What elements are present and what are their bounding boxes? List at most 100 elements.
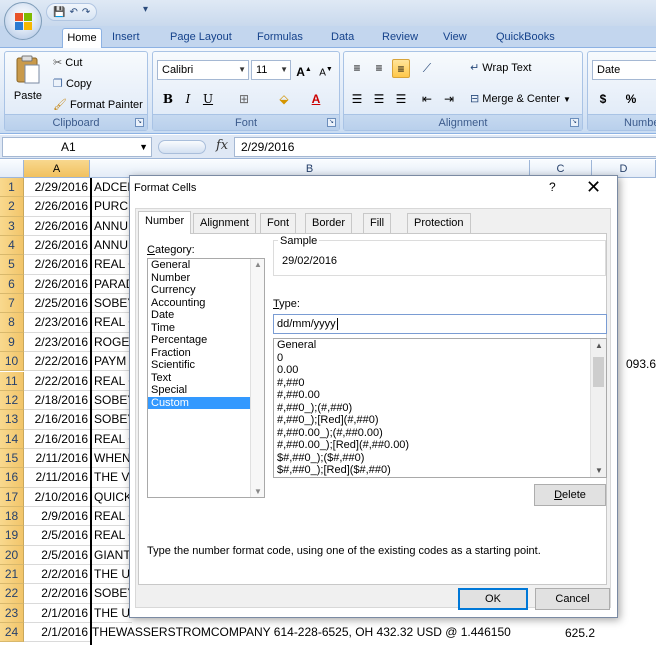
cell-b[interactable]: ADCEN [92,178,132,198]
cell-b[interactable]: THEWASSERSTROMCOMPANY 614-228-6525, OH 4… [92,623,511,642]
cell-a[interactable]: 2/22/2016 [24,352,90,372]
type-input[interactable]: dd/mm/yyyy [273,314,607,334]
cell-b[interactable]: GIANT [92,546,132,565]
format-code-item[interactable]: 0.00 [274,364,606,377]
tab-view[interactable]: View [439,28,471,48]
help-button[interactable]: ? [549,180,556,194]
tab-alignment[interactable]: Alignment [193,213,256,233]
cell-b[interactable]: PARAD [92,275,132,295]
category-item[interactable]: Time [148,322,264,335]
row-header[interactable]: 10 [0,352,24,372]
category-item[interactable]: Fraction [148,347,264,360]
row-header[interactable]: 20 [0,545,24,565]
merge-center-button[interactable]: ⊟ Merge & Center ▼ [470,92,571,105]
cut-button[interactable]: ✂ Cut [53,56,82,69]
cancel-button[interactable]: Cancel [535,588,610,610]
paste-button[interactable]: Paste [8,55,48,115]
office-button[interactable] [4,2,42,40]
align-center-icon[interactable]: ☰ [370,90,388,109]
cell-a[interactable]: 2/9/2016 [24,507,90,527]
category-item[interactable]: Currency [148,284,264,297]
cell-b[interactable]: ANNU [92,217,132,237]
ok-button[interactable]: OK [458,588,528,610]
scroll-down-icon[interactable]: ▼ [254,487,262,496]
cell-a[interactable]: 2/26/2016 [24,217,90,237]
tab-review[interactable]: Review [378,28,422,48]
row-header[interactable]: 12 [0,390,24,411]
tab-protection[interactable]: Protection [407,213,471,233]
tab-quickbooks[interactable]: QuickBooks [492,28,559,48]
font-color-icon[interactable]: A [307,90,325,109]
cell-b[interactable]: THE U [92,565,132,585]
row-header[interactable]: 6 [0,274,24,295]
delete-button[interactable]: Delete [534,484,606,506]
format-painter-button[interactable]: 🖌 Format Painter [53,98,143,111]
scroll-down-icon[interactable]: ▼ [595,466,603,475]
scroll-up-icon[interactable]: ▲ [254,260,262,269]
tab-home[interactable]: Home [62,28,102,48]
cell-a[interactable]: 2/5/2016 [24,546,90,565]
tab-formulas[interactable]: Formulas [253,28,307,48]
alignment-launcher-icon[interactable]: ↘ [570,118,579,127]
formula-input[interactable]: 2/29/2016 [234,137,656,157]
cell-a[interactable]: 2/18/2016 [24,391,90,411]
format-code-list[interactable]: General 0 0.00 #,##0 #,##0.00 #,##0_);(#,##0)… [273,338,607,478]
cell-b[interactable]: SOBEY [92,584,132,604]
font-name-select[interactable]: Calibri ▼ [157,60,249,80]
cell-b[interactable]: THE U [92,604,132,624]
cell-b[interactable]: REAL C [92,372,132,391]
tab-page-layout[interactable]: Page Layout [166,28,236,48]
format-code-item[interactable]: 0 [274,352,606,365]
row-header[interactable]: 19 [0,526,24,546]
row-header[interactable]: 15 [0,448,24,469]
format-code-item[interactable]: $#,##0_);[Red]($#,##0) [274,464,606,477]
name-box[interactable]: A1 ▼ [2,137,152,157]
underline-button[interactable]: U [199,90,217,109]
category-item[interactable]: Text [148,372,264,385]
fill-color-icon[interactable]: ⬙ [275,90,293,109]
cell-b[interactable]: PURCH [92,197,132,217]
cell-a[interactable]: 2/11/2016 [24,449,90,469]
align-middle-icon[interactable]: ≡ [370,59,388,78]
cell-b[interactable]: SOBEY [92,410,132,430]
bold-button[interactable]: B [159,90,177,109]
row-header[interactable]: 17 [0,487,24,507]
cell-b[interactable]: ANNU [92,236,132,256]
category-item[interactable]: Special [148,384,264,397]
cell-a[interactable]: 2/23/2016 [24,313,90,333]
cell-b[interactable]: REAL C [92,255,132,275]
row-header[interactable]: 24 [0,623,24,643]
row-header[interactable]: 22 [0,584,24,604]
currency-button[interactable]: $ [594,90,612,109]
cell-b[interactable]: PAYM [92,352,132,372]
cell-a[interactable]: 2/5/2016 [24,526,90,546]
borders-icon[interactable]: ⊞ [235,90,253,109]
cell-b[interactable]: QUICK [92,488,132,507]
formula-bar-expander[interactable] [158,140,206,154]
scroll-up-icon[interactable]: ▲ [595,341,603,350]
category-item[interactable]: Custom [148,396,264,409]
clipboard-launcher-icon[interactable]: ↘ [135,118,144,127]
cell-a[interactable]: 2/1/2016 [24,604,90,624]
tab-insert[interactable]: Insert [108,28,144,48]
format-code-item[interactable]: General [274,339,606,352]
redo-icon[interactable]: ↷ [82,7,90,18]
format-code-item[interactable]: #,##0.00 [274,389,606,402]
format-code-item[interactable]: #,##0_);[Red](#,##0) [274,414,606,427]
cell-a[interactable]: 2/26/2016 [24,197,90,217]
row-header[interactable]: 11 [0,371,24,391]
format-code-item[interactable]: $#,##0_);($#,##0) [274,452,606,465]
category-item[interactable]: Number [148,272,264,285]
format-code-item[interactable]: #,##0.00_);[Red](#,##0.00) [274,439,606,452]
cell-b[interactable]: SOBEY [92,294,132,314]
row-header[interactable]: 9 [0,332,24,353]
cell-a[interactable]: 2/26/2016 [24,236,90,256]
save-icon[interactable]: 💾 [53,7,65,18]
category-item[interactable]: Percentage [148,334,264,347]
category-scrollbar[interactable]: ▲ ▼ [250,259,264,497]
increase-indent-icon[interactable]: ⇥ [440,90,458,109]
row-header[interactable]: 16 [0,468,24,488]
cell-c24[interactable]: 625.2 [565,626,595,640]
align-right-icon[interactable]: ☰ [392,90,410,109]
cell-a[interactable]: 2/16/2016 [24,410,90,430]
